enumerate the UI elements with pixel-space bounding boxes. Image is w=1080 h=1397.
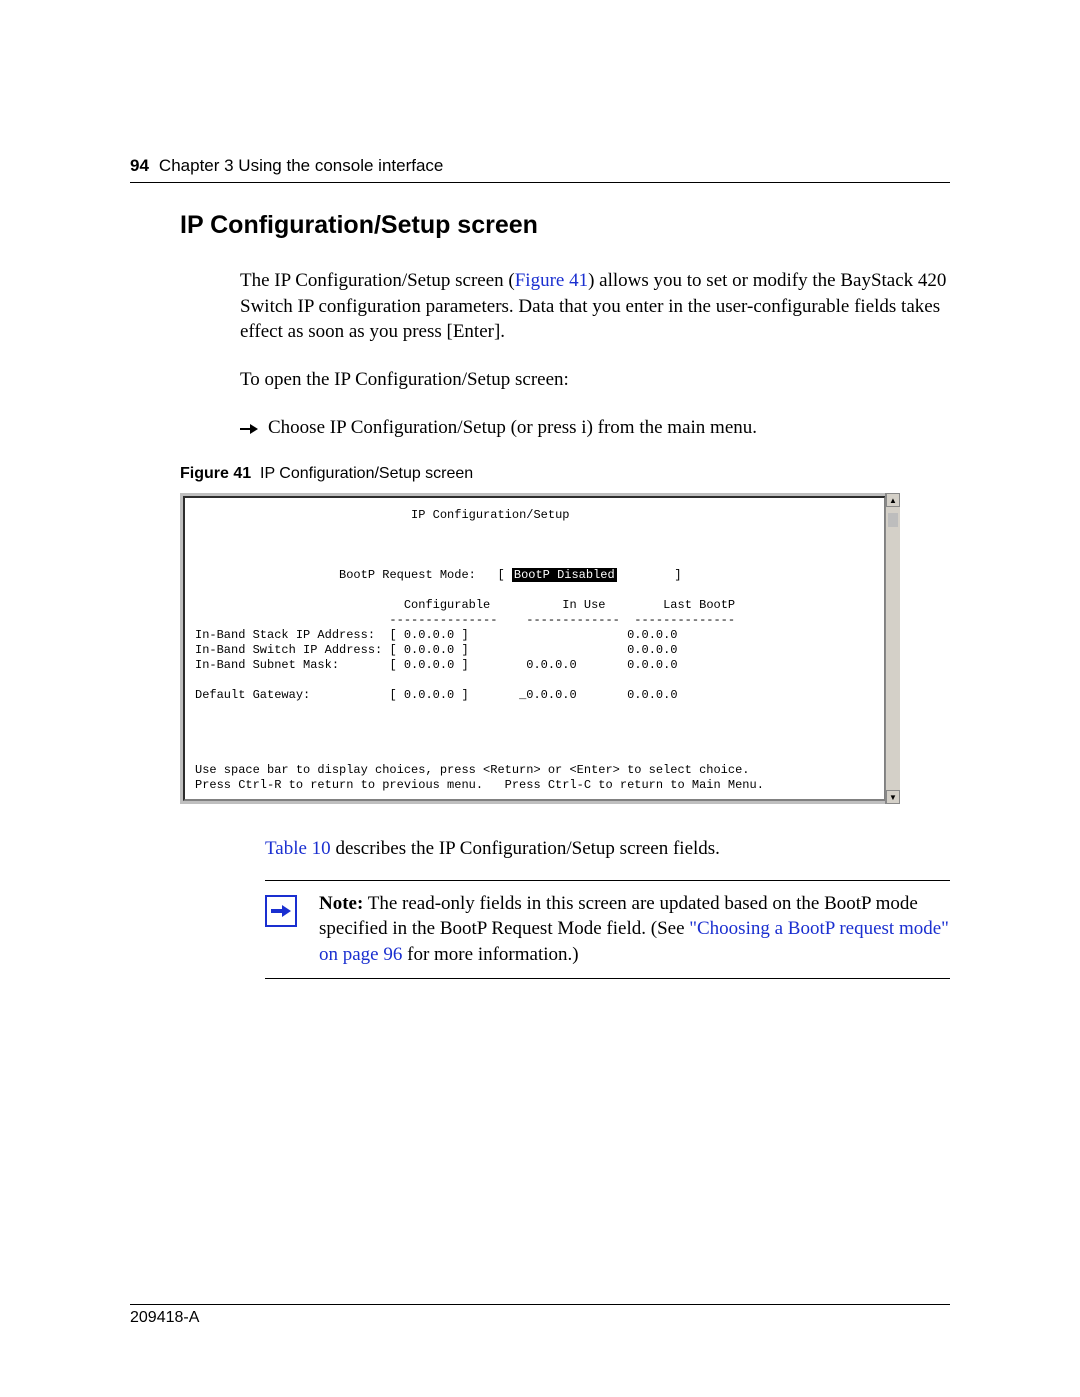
section-heading: IP Configuration/Setup screen [180, 211, 950, 240]
scroll-down-icon[interactable]: ▼ [886, 790, 900, 804]
console-screenshot: IP Configuration/Setup BootP Request Mod… [180, 493, 900, 804]
doc-number: 209418-A [130, 1304, 950, 1327]
open-instruction: To open the IP Configuration/Setup scree… [240, 367, 950, 393]
running-header: 94 Chapter 3 Using the console interface [130, 156, 950, 183]
page-number: 94 [130, 156, 149, 176]
table-reference-link[interactable]: Table 10 [265, 838, 331, 859]
body-text: The IP Configuration/Setup screen (Figur… [240, 268, 950, 440]
bootp-mode-field[interactable]: BootP Disabled [512, 568, 617, 582]
vertical-scrollbar[interactable]: ▲ ▼ [885, 493, 900, 804]
page: 94 Chapter 3 Using the console interface… [0, 0, 1080, 1397]
page-footer: 209418-A [130, 1304, 950, 1327]
note-block: Note: The read-only fields in this scree… [265, 880, 950, 979]
figure-caption: Figure 41 IP Configuration/Setup screen [180, 465, 950, 483]
bullet-item: Choose IP Configuration/Setup (or press … [240, 415, 950, 441]
console-inner: IP Configuration/Setup BootP Request Mod… [183, 496, 886, 801]
note-text: Note: The read-only fields in this scree… [319, 891, 950, 968]
note-arrow-icon [265, 895, 297, 927]
bullet-text: Choose IP Configuration/Setup (or press … [268, 415, 757, 441]
table-reference-paragraph: Table 10 describes the IP Configuration/… [265, 836, 950, 862]
arrow-right-icon [240, 418, 268, 442]
figure-reference-link[interactable]: Figure 41 [515, 270, 588, 291]
console-text: IP Configuration/Setup BootP Request Mod… [185, 508, 884, 793]
intro-paragraph: The IP Configuration/Setup screen (Figur… [240, 268, 950, 345]
scroll-up-icon[interactable]: ▲ [886, 493, 900, 507]
chapter-title: Chapter 3 Using the console interface [159, 156, 443, 176]
scroll-thumb[interactable] [888, 513, 898, 527]
